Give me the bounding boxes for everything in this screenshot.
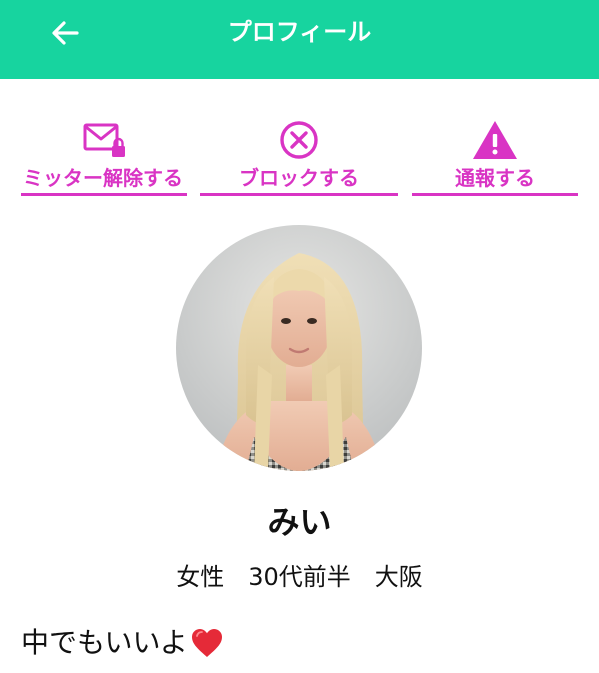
block-underline xyxy=(200,193,398,196)
avatar xyxy=(176,225,422,471)
heart-icon xyxy=(191,629,222,657)
report-label: 通報する xyxy=(455,166,535,190)
block-circle-x-icon xyxy=(280,121,318,159)
user-name: みい xyxy=(267,503,332,541)
top-app-bar: プロフィール xyxy=(0,0,599,79)
unmitter-underline xyxy=(21,193,187,196)
page-title: プロフィール xyxy=(227,18,372,46)
unmitter-label: ミッター解除する xyxy=(23,166,183,190)
mail-lock-icon xyxy=(83,123,125,157)
unmitter-button[interactable]: ミッター解除する xyxy=(21,118,187,200)
user-meta: 女性 30代前半 大阪 xyxy=(176,563,423,591)
block-button[interactable]: ブロックする xyxy=(200,118,398,200)
bio: 中でもいいよ xyxy=(21,624,224,662)
bio-text: 中でもいいよ xyxy=(21,626,188,659)
block-label: ブロックする xyxy=(239,166,359,190)
report-button[interactable]: 通報する xyxy=(412,118,578,200)
avatar-photo xyxy=(176,225,422,471)
report-underline xyxy=(412,193,578,196)
warning-triangle-icon xyxy=(473,121,517,159)
